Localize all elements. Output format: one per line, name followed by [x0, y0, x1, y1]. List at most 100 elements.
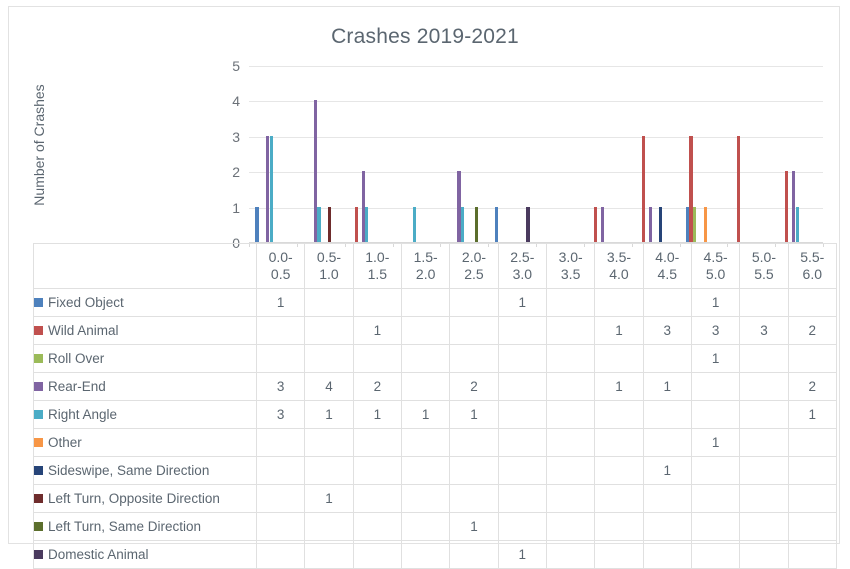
table-value-cell: 1 — [400, 400, 451, 429]
bar[interactable] — [354, 206, 358, 242]
table-value-cell: 1 — [690, 344, 741, 373]
table-row: Rear-End 3 4 2 2 1 1 2 — [33, 372, 837, 401]
y-axis-tick-label: 4 — [232, 93, 240, 110]
bar[interactable] — [795, 206, 799, 242]
bar[interactable] — [255, 206, 259, 242]
table-value-cell — [739, 540, 789, 569]
table-value-cell — [787, 344, 837, 373]
bar[interactable] — [648, 206, 652, 242]
table-value-cell: 1 — [497, 288, 547, 317]
legend-label: Left Turn, Same Direction — [48, 519, 202, 534]
table-value-cell — [739, 400, 789, 429]
bar-slot — [593, 65, 597, 242]
bar[interactable] — [737, 135, 741, 242]
legend-swatch-icon — [34, 522, 43, 531]
category-header-line: 5.5 — [754, 266, 774, 282]
bar[interactable] — [526, 206, 530, 242]
table-value-cell — [255, 484, 306, 513]
table-value-cell — [255, 456, 306, 485]
bar-slot — [327, 65, 332, 242]
table-value-cell — [400, 540, 451, 569]
table-value-cell — [255, 512, 306, 541]
table-value-cell: 3 — [255, 400, 306, 429]
bar[interactable] — [269, 135, 273, 242]
category-header-cell: 2.5- 3.0 — [497, 243, 547, 289]
table-value-cell: 1 — [449, 400, 499, 429]
table-value-cell — [304, 316, 354, 345]
bar[interactable] — [460, 206, 465, 242]
bar[interactable] — [413, 206, 417, 242]
category-header-cell: 0.0- 0.5 — [255, 243, 306, 289]
bar-group — [727, 65, 775, 242]
table-value-cell — [739, 372, 789, 401]
table-value-cell: 2 — [352, 372, 402, 401]
table-value-cell — [739, 344, 789, 373]
table-value-cell — [642, 428, 692, 457]
table-value-cell — [594, 512, 644, 541]
category-header-cell: 5.0- 5.5 — [739, 243, 789, 289]
bar[interactable] — [593, 206, 597, 242]
category-header-line: 5.0 — [705, 266, 726, 282]
category-header-line: 5.0- — [751, 248, 776, 265]
table-value-cell — [400, 512, 451, 541]
chart-title: Crashes 2019-2021 — [331, 25, 519, 48]
table-value-cell: 1 — [449, 512, 499, 541]
table-value-cell — [545, 428, 596, 457]
bar-slot — [354, 65, 358, 242]
table-value-cell — [352, 512, 402, 541]
bar[interactable] — [659, 206, 663, 242]
table-value-cell — [400, 428, 451, 457]
table-value-cell — [352, 344, 402, 373]
legend-label: Roll Over — [48, 351, 105, 366]
legend-item-sideswipe-same-direction: Sideswipe, Same Direction — [33, 456, 257, 485]
bar[interactable] — [785, 171, 789, 242]
table-value-cell — [642, 288, 692, 317]
table-value-cell — [594, 428, 644, 457]
bar[interactable] — [494, 206, 498, 242]
bar[interactable] — [641, 135, 645, 242]
table-value-cell — [690, 400, 741, 429]
legend-item-rear-end: Rear-End — [33, 372, 257, 401]
chart-container: Crashes 2019-2021 Number of Crashes 0123… — [8, 6, 840, 569]
table-value-cell — [497, 344, 547, 373]
bar[interactable] — [600, 206, 605, 242]
table-value-cell: 1 — [255, 288, 306, 317]
bar[interactable] — [317, 206, 321, 242]
bar-group — [632, 65, 680, 242]
category-header-cell: 3.0- 3.5 — [545, 243, 596, 289]
table-value-cell — [545, 288, 596, 317]
legend-swatch-icon — [34, 410, 43, 419]
bar[interactable] — [703, 206, 707, 242]
table-value-cell — [594, 344, 644, 373]
table-value-cell: 3 — [690, 316, 741, 345]
table-value-cell — [449, 456, 499, 485]
legend-swatch-icon — [34, 354, 43, 363]
bar-slot — [317, 65, 321, 242]
table-value-cell — [255, 428, 306, 457]
table-value-cell — [497, 428, 547, 457]
bar[interactable] — [365, 206, 369, 242]
category-header-line: 4.0- — [655, 248, 680, 265]
bar-group — [345, 65, 393, 242]
bar[interactable] — [327, 206, 332, 242]
bar-slot — [413, 65, 417, 242]
table-value-cell — [787, 512, 837, 541]
table-value-cell — [449, 344, 499, 373]
legend-item-other: Other — [33, 428, 257, 457]
table-value-cell — [400, 288, 451, 317]
bar-slot — [494, 65, 498, 242]
bar-slot — [365, 65, 369, 242]
bar-slot — [785, 65, 789, 242]
category-header-line: 4.5- — [703, 248, 728, 265]
legend-label: Sideswipe, Same Direction — [48, 463, 210, 478]
legend-item-wild-animal: Wild Animal — [33, 316, 257, 345]
category-header-cell: 0.5- 1.0 — [304, 243, 354, 289]
table-value-cell — [449, 540, 499, 569]
y-axis-tick-label: 3 — [232, 128, 240, 145]
table-value-cell — [449, 316, 499, 345]
bar[interactable] — [475, 206, 479, 242]
table-value-cell: 1 — [594, 316, 644, 345]
bar[interactable] — [692, 206, 697, 242]
legend-swatch-icon — [34, 326, 43, 335]
legend-label: Other — [48, 435, 82, 450]
